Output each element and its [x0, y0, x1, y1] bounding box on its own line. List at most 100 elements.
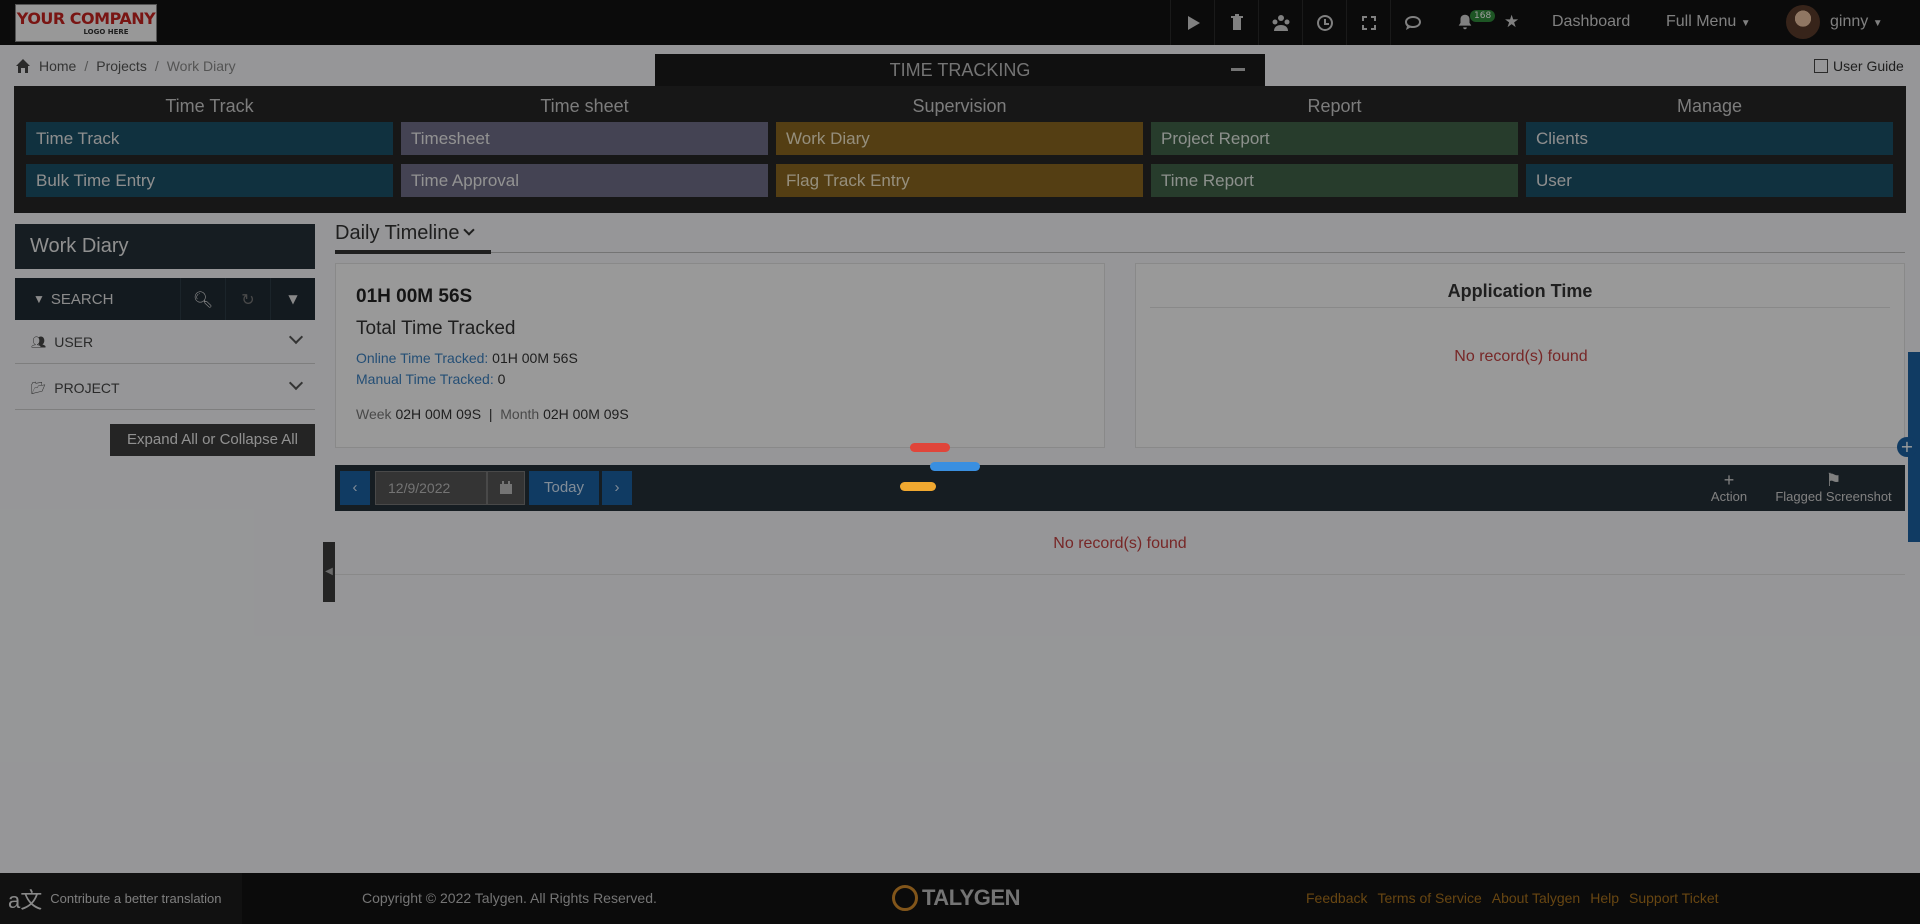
search-toggle[interactable]: ▼ SEARCH: [15, 291, 180, 308]
module-link-time-report[interactable]: Time Report: [1151, 164, 1518, 197]
user-guide-label: User Guide: [1833, 58, 1904, 74]
search-bar: ▼ SEARCH 🔍︎ ↻ ▼: [15, 278, 315, 320]
module-column-manage: Manage Clients User: [1526, 86, 1893, 206]
total-label: Total Time Tracked: [356, 318, 516, 339]
online-time: Online Time Tracked: 01H 00M 56S: [356, 350, 578, 366]
chevron-down-icon: [288, 329, 304, 345]
view-title: Daily Timeline: [335, 222, 460, 244]
expand-collapse-button[interactable]: Expand All or Collapse All: [110, 424, 315, 456]
trash-icon[interactable]: [1214, 0, 1258, 45]
footer-links: Feedback Terms of Service About Talygen …: [1306, 890, 1719, 906]
next-day-button[interactable]: ›: [602, 471, 632, 505]
today-button[interactable]: Today: [529, 471, 599, 505]
footer-link-feedback[interactable]: Feedback: [1306, 890, 1367, 906]
full-menu-label: Full Menu: [1666, 13, 1737, 30]
star-icon[interactable]: ★: [1504, 12, 1519, 32]
manual-time: Manual Time Tracked: 0: [356, 371, 505, 387]
toolbar-icons: [1170, 0, 1434, 45]
module-column-report: Report Project Report Time Report: [1151, 86, 1518, 206]
no-record-message: No record(s) found: [1053, 535, 1187, 552]
week-value: 02H 00M 09S: [395, 406, 482, 422]
caret-down-icon: [463, 224, 476, 236]
module-link-time-track[interactable]: Time Track: [26, 122, 393, 155]
action-button[interactable]: + Action: [1699, 471, 1759, 504]
minimize-icon[interactable]: [1231, 68, 1245, 71]
refresh-icon[interactable]: ↻: [225, 278, 270, 320]
footer-link-help[interactable]: Help: [1590, 890, 1619, 906]
caret-down-icon: ▼: [1872, 18, 1883, 29]
online-value: 01H 00M 56S: [492, 350, 578, 366]
translate-icon: a文: [8, 887, 43, 913]
chat-icon[interactable]: [1390, 0, 1434, 45]
notifications[interactable]: 168: [1456, 10, 1496, 36]
module-column-supervision: Supervision Work Diary Flag Track Entry: [776, 86, 1143, 206]
module-link-timesheet[interactable]: Timesheet: [401, 122, 768, 155]
plus-icon: +: [1723, 470, 1735, 490]
add-icon[interactable]: +: [1897, 437, 1917, 457]
module-column-time-track: Time Track Time Track Bulk Time Entry: [26, 86, 393, 206]
module-link-bulk-time-entry[interactable]: Bulk Time Entry: [26, 164, 393, 197]
total-time: 01H 00M 56S: [356, 286, 473, 307]
copyright: Copyright © 2022 Talygen. All Rights Res…: [362, 890, 657, 906]
footer-link-support[interactable]: Support Ticket: [1629, 890, 1719, 906]
flagged-screenshot-button[interactable]: ⚑ Flagged Screenshot: [1771, 471, 1896, 504]
footer-link-terms[interactable]: Terms of Service: [1377, 890, 1481, 906]
guide-icon: [1814, 59, 1828, 73]
fullscreen-icon[interactable]: [1346, 0, 1390, 45]
chevron-down-icon: [288, 375, 304, 391]
module-column-time-sheet: Time sheet Timesheet Time Approval: [401, 86, 768, 206]
breadcrumb-projects[interactable]: Projects: [96, 58, 147, 74]
module-header: Time Track: [165, 96, 254, 116]
flag-icon: ⚑: [1825, 470, 1842, 490]
company-logo[interactable]: YOUR COMPANY LOGO HERE: [15, 4, 157, 42]
user-guide-link[interactable]: User Guide: [1814, 58, 1904, 74]
breadcrumb-home[interactable]: Home: [39, 58, 76, 74]
clock-icon[interactable]: [1302, 0, 1346, 45]
search-label: SEARCH: [50, 290, 114, 308]
view-selector[interactable]: Daily Timeline: [335, 222, 476, 245]
module-header: Time sheet: [540, 96, 629, 116]
notification-badge: 168: [1470, 10, 1496, 22]
week-label: Week: [356, 406, 392, 422]
translate-link[interactable]: a文 Contribute a better translation: [0, 873, 242, 924]
module-link-time-approval[interactable]: Time Approval: [401, 164, 768, 197]
application-time-title: Application Time: [1150, 274, 1890, 308]
logo-subtext: LOGO HERE: [83, 28, 129, 36]
breadcrumb: Home / Projects / Work Diary: [15, 58, 236, 74]
module-link-work-diary[interactable]: Work Diary: [776, 122, 1143, 155]
sidebar-collapse-handle[interactable]: ◀: [323, 542, 335, 602]
active-underline: [335, 250, 491, 254]
footer-link-about[interactable]: About Talygen: [1492, 890, 1580, 906]
module-link-flag-track-entry[interactable]: Flag Track Entry: [776, 164, 1143, 197]
separator: |: [488, 406, 493, 422]
logo-text: YOUR COMPANY: [16, 9, 156, 28]
module-header: Report: [1307, 96, 1362, 116]
dashboard-link[interactable]: Dashboard: [1552, 13, 1630, 31]
manual-label: Manual Time Tracked:: [356, 371, 494, 387]
module-link-user[interactable]: User: [1526, 164, 1893, 197]
translate-label: Contribute a better translation: [50, 891, 222, 906]
timeline-toolbar: ‹ 12/9/2022 Today › + Action ⚑ Flagged Scr…: [335, 465, 1905, 511]
date-input[interactable]: 12/9/2022: [375, 471, 487, 505]
module-link-project-report[interactable]: Project Report: [1151, 122, 1518, 155]
prev-day-button[interactable]: ‹: [340, 471, 370, 505]
filter-user[interactable]: 👥︎ USER: [15, 320, 315, 364]
module-link-clients[interactable]: Clients: [1526, 122, 1893, 155]
timeline-area: No record(s) found: [335, 517, 1905, 575]
flagged-label: Flagged Screenshot: [1775, 489, 1892, 504]
search-icon[interactable]: 🔍︎: [180, 278, 225, 320]
filter-project[interactable]: 📂︎ PROJECT: [15, 366, 315, 410]
breadcrumb-current: Work Diary: [166, 58, 236, 74]
calendar-icon[interactable]: [487, 471, 525, 505]
application-time-card: Application Time No record(s) found: [1135, 263, 1905, 448]
module-header: Manage: [1676, 96, 1743, 116]
sidebar-title: Work Diary: [15, 224, 315, 269]
chevron-down-icon[interactable]: ▼: [270, 278, 315, 320]
users-icon: 👥︎: [31, 334, 47, 349]
play-icon[interactable]: [1170, 0, 1214, 45]
team-icon[interactable]: [1258, 0, 1302, 45]
avatar[interactable]: [1786, 5, 1820, 39]
folder-icon: 📂︎: [31, 380, 47, 395]
user-menu[interactable]: ginny ▼: [1830, 13, 1883, 31]
full-menu-dropdown[interactable]: Full Menu ▼: [1666, 13, 1751, 31]
